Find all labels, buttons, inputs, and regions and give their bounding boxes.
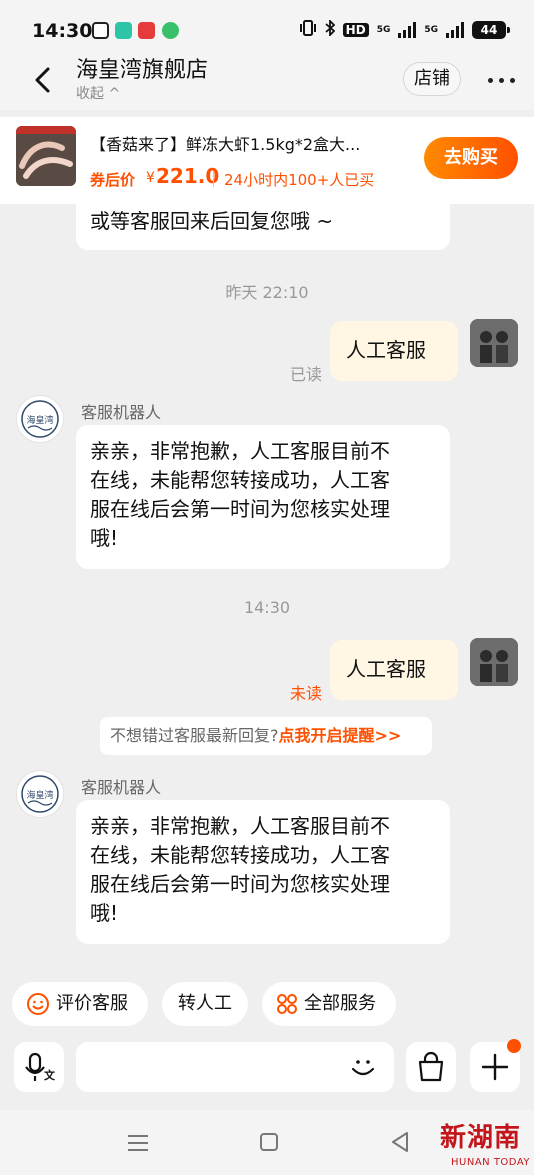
divider xyxy=(213,171,214,187)
sales-count: 24小时内100+人已买 xyxy=(224,171,375,189)
message-input[interactable] xyxy=(76,1042,394,1092)
message-line: 哦! xyxy=(90,901,119,925)
signal-5g-label: 5G xyxy=(424,24,438,35)
product-price: 221.0 xyxy=(156,164,220,188)
more-options-icon[interactable] xyxy=(488,78,515,83)
bot-avatar[interactable]: 海皇湾 xyxy=(16,770,64,818)
enable-reminder-link[interactable]: 点我开启提醒>> xyxy=(279,726,402,745)
vibrate-icon xyxy=(299,20,317,39)
back-nav-icon[interactable] xyxy=(390,1131,410,1153)
chat-header: 海皇湾旗舰店 收起 ^ 店铺 xyxy=(0,50,534,110)
watermark-subtitle: HUNAN TODAY xyxy=(451,1157,530,1168)
message-line: 哦! xyxy=(90,526,119,550)
transfer-to-human-button[interactable]: 转人工 xyxy=(162,982,248,1026)
shop-name: 海皇湾旗舰店 xyxy=(76,58,209,83)
message-line: 在线，未能帮您转接成功，人工客 xyxy=(90,843,390,867)
unread-status: 未读 xyxy=(290,684,323,703)
shop-logo-icon: 海皇湾 xyxy=(21,400,59,438)
signal-icon xyxy=(446,21,464,38)
message-line: 亲亲，非常抱歉，人工客服目前不 xyxy=(90,439,390,463)
shop-logo-icon: 海皇湾 xyxy=(21,775,59,813)
chip-label: 全部服务 xyxy=(304,993,376,1014)
home-icon[interactable] xyxy=(259,1132,279,1152)
app-notification-icon xyxy=(92,22,109,39)
rate-service-button[interactable]: 评价客服 xyxy=(12,982,148,1026)
message-text: 人工客服 xyxy=(346,657,426,681)
reply-reminder-notice: 不想错过客服最新回复?点我开启提醒>> xyxy=(100,717,432,755)
all-services-button[interactable]: 全部服务 xyxy=(262,982,396,1026)
status-time: 14:30 xyxy=(32,20,93,42)
signal-icon xyxy=(398,21,417,38)
store-button[interactable]: 店铺 xyxy=(403,62,461,96)
collapse-toggle[interactable]: 收起 ^ xyxy=(76,83,120,103)
timestamp: 14:30 xyxy=(243,598,291,617)
logo-text: 海皇湾 xyxy=(26,414,53,426)
shopping-bag-button[interactable] xyxy=(406,1042,456,1092)
price-label: 券后价 xyxy=(90,171,136,189)
message-text: 人工客服 xyxy=(346,338,426,362)
grid-icon xyxy=(277,994,297,1014)
notice-text: 不想错过客服最新回复? xyxy=(110,726,279,745)
battery-indicator: 44 xyxy=(472,20,510,39)
user-avatar[interactable] xyxy=(470,319,518,367)
message-text: 或等客服回来后回复您哦 ~ xyxy=(90,209,334,233)
voice-input-button[interactable]: 文 xyxy=(14,1042,64,1092)
user-avatar[interactable] xyxy=(470,638,518,686)
bot-message-bubble: 亲亲，非常抱歉，人工客服目前不 在线，未能帮您转接成功，人工客 服在线后会第一时… xyxy=(76,800,450,944)
message-line: 在线，未能帮您转接成功，人工客 xyxy=(90,468,390,492)
signal-5g-label: 5G xyxy=(376,24,391,35)
bot-message-bubble: 亲亲，非常抱歉，人工客服目前不 在线，未能帮您转接成功，人工客 服在线后会第一时… xyxy=(76,425,450,569)
notification-dot xyxy=(507,1039,521,1053)
app-notification-icon xyxy=(138,22,155,39)
product-card[interactable]: 【香菇来了】鲜冻大虾1.5kg*2盒大... 券后价 ¥ 221.0 24小时内… xyxy=(0,117,534,204)
bot-avatar[interactable]: 海皇湾 xyxy=(16,395,64,443)
bot-name: 客服机器人 xyxy=(81,403,162,422)
product-image[interactable] xyxy=(16,126,76,186)
timestamp: 昨天 22:10 xyxy=(225,283,309,302)
watermark-logo: 新湖南 xyxy=(440,1123,522,1153)
microphone-icon xyxy=(25,1052,45,1081)
user-message-bubble: 人工客服 xyxy=(330,640,458,700)
message-line: 亲亲，非常抱歉，人工客服目前不 xyxy=(90,814,390,838)
bot-name: 客服机器人 xyxy=(81,778,162,797)
chevron-left-icon xyxy=(35,67,50,93)
message-line: 服在线后会第一时间为您核实处理 xyxy=(90,497,390,521)
status-indicators: HD 5G 5G 44 xyxy=(299,18,510,39)
message-line: 服在线后会第一时间为您核实处理 xyxy=(90,872,390,896)
read-status: 已读 xyxy=(290,365,323,384)
hd-badge: HD xyxy=(342,22,369,37)
text-mode-label: 文 xyxy=(44,1069,55,1082)
smile-icon xyxy=(27,993,49,1015)
input-bar: 文 xyxy=(0,1036,534,1108)
status-bar: 14:30 HD 5G 5G 44 xyxy=(0,0,534,50)
emoji-icon xyxy=(351,1060,375,1076)
chip-label: 评价客服 xyxy=(56,993,128,1014)
app-notification-icon xyxy=(162,22,179,39)
logo-text: 海皇湾 xyxy=(26,789,53,801)
chip-label: 转人工 xyxy=(178,993,232,1014)
buy-button[interactable]: 去购买 xyxy=(424,137,518,179)
bot-message-bubble: 或等客服回来后回复您哦 ~ xyxy=(76,192,450,250)
user-message-bubble: 人工客服 xyxy=(330,321,458,381)
app-notification-icon xyxy=(115,22,132,39)
bluetooth-icon xyxy=(325,18,335,39)
shopping-bag-icon xyxy=(418,1051,444,1082)
back-button[interactable] xyxy=(28,60,58,100)
currency-symbol: ¥ xyxy=(146,170,155,186)
menu-icon[interactable] xyxy=(126,1134,150,1152)
product-title: 【香菇来了】鲜冻大虾1.5kg*2盒大... xyxy=(90,135,361,154)
